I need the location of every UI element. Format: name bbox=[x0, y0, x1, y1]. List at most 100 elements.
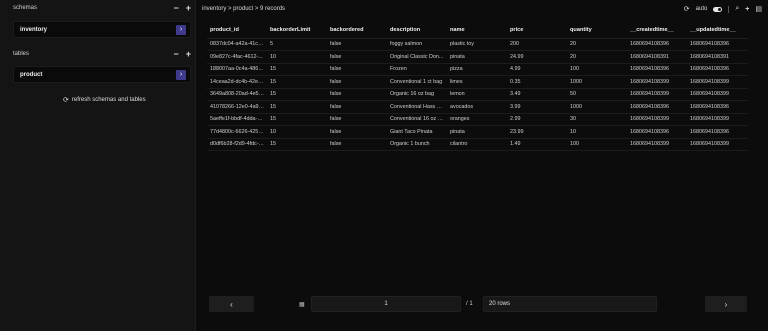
data-grid: product_id backorderLimit backordered descr… bbox=[207, 22, 755, 288]
table-cell: d0df6b28-f2d9-4fdc-8... bbox=[207, 138, 267, 151]
search-icon[interactable]: ⌕ bbox=[735, 5, 739, 13]
table-cell: 3649a808-20ad-4e58... bbox=[207, 88, 267, 101]
table-cell: 15 bbox=[267, 138, 327, 151]
table-row[interactable]: 09e827c-4fac-4612-... 10 false Original Cla… bbox=[207, 50, 748, 64]
table-cell: Original Classic Don... bbox=[387, 50, 447, 64]
table-item-product[interactable]: product › bbox=[13, 66, 191, 83]
table-header-row: product_id backorderLimit backordered descr… bbox=[207, 22, 748, 39]
table-cell: Conventional 1 ct bag bbox=[387, 75, 447, 89]
table-cell: false bbox=[327, 113, 387, 126]
table-cell: 15 bbox=[267, 88, 327, 101]
table-body: 0837dc04-a42a-41c8... 5 false foggy salmon p… bbox=[207, 38, 748, 151]
table-row[interactable]: 14ceaa2d-dc4b-42e3... 15 false Conventional… bbox=[207, 75, 748, 89]
collapse-schemas-button[interactable]: − bbox=[173, 3, 178, 13]
table-cell: 1680694108396 bbox=[687, 38, 748, 51]
table-cell: 50 bbox=[567, 88, 627, 101]
table-cell: foggy salmon bbox=[387, 38, 447, 51]
column-header[interactable]: backorderLimit bbox=[267, 22, 327, 39]
column-header[interactable]: quantity bbox=[567, 22, 627, 39]
table-cell: false bbox=[327, 88, 387, 101]
table-cell: 3.99 bbox=[507, 100, 567, 114]
tables-label: tables bbox=[13, 51, 30, 57]
table-cell: 1680694108399 bbox=[687, 75, 748, 89]
refresh-schemas-button[interactable]: ⟳ refresh schemas and tables bbox=[63, 96, 146, 104]
table-cell: 0837dc04-a42a-41c8... bbox=[207, 38, 267, 51]
table-cell: 1000 bbox=[567, 75, 627, 89]
page-input[interactable]: 1 bbox=[311, 296, 461, 312]
tables-header: tables − + bbox=[13, 49, 191, 59]
table-cell: oranges bbox=[447, 113, 507, 126]
table-cell: 24.99 bbox=[507, 50, 567, 64]
table-cell: 15 bbox=[267, 100, 327, 114]
page-total-label: / 1 bbox=[466, 301, 473, 307]
table-cell: Organic 16 oz bag bbox=[387, 88, 447, 101]
table-cell: 1680694108396 bbox=[627, 100, 687, 114]
schemas-label: schemas bbox=[13, 5, 38, 11]
add-icon[interactable]: + bbox=[745, 6, 749, 13]
save-icon[interactable]: ▤ bbox=[755, 5, 762, 13]
table-cell: 23.99 bbox=[507, 125, 567, 139]
table-row[interactable]: 5aeffe1f-bbdf-4dda-8... 15 false Convention… bbox=[207, 113, 748, 126]
table-cell: 1680694108399 bbox=[687, 113, 748, 126]
table-row[interactable]: 77d4800c-6626-4251... 10 false Giant Taco P… bbox=[207, 125, 748, 139]
table-cell: 1680694108396 bbox=[627, 63, 687, 76]
open-table-button[interactable]: › bbox=[176, 69, 186, 80]
table-row[interactable]: 41078266-12e0-4a91... 15 false Conventional… bbox=[207, 100, 748, 114]
column-header[interactable]: __updatedtime__ bbox=[687, 22, 748, 39]
table-cell: 1680694108399 bbox=[687, 88, 748, 101]
table-cell: 20 bbox=[567, 38, 627, 51]
column-header[interactable]: __createdtime__ bbox=[627, 22, 687, 39]
column-header[interactable]: product_id bbox=[207, 22, 267, 39]
schema-name: inventory bbox=[20, 26, 48, 33]
table-cell: pinata bbox=[447, 50, 507, 64]
table-cell: 77d4800c-6626-4251... bbox=[207, 125, 267, 139]
column-header[interactable]: description bbox=[387, 22, 447, 39]
table-cell: 15 bbox=[267, 113, 327, 126]
schema-item-inventory[interactable]: inventory › bbox=[13, 21, 191, 38]
table-cell: 30 bbox=[567, 113, 627, 126]
column-header[interactable]: name bbox=[447, 22, 507, 39]
prev-page-button[interactable]: ‹ bbox=[209, 296, 254, 312]
open-schema-button[interactable]: › bbox=[176, 24, 186, 35]
rows-per-page-select[interactable]: 20 rows bbox=[483, 296, 657, 312]
table-cell: 10 bbox=[267, 125, 327, 139]
table-cell: plastic toy bbox=[447, 38, 507, 51]
table-cell: 1680694108391 bbox=[687, 50, 748, 64]
add-table-button[interactable]: + bbox=[186, 49, 191, 59]
table-row[interactable]: 3649a808-20ad-4e58... 15 false Organic 16 o… bbox=[207, 88, 748, 101]
table-cell: 5aeffe1f-bbdf-4dda-8... bbox=[207, 113, 267, 126]
table-cell: 3.49 bbox=[507, 88, 567, 101]
table-cell: limes bbox=[447, 75, 507, 89]
table-cell: 1680694108399 bbox=[627, 75, 687, 89]
auto-refresh-toggle[interactable] bbox=[713, 6, 723, 12]
table-cell: 100 bbox=[567, 138, 627, 151]
table-row[interactable]: d0df6b28-f2d9-4fdc-8... 15 false Organic 1 … bbox=[207, 138, 748, 151]
table-cell: 1680694108396 bbox=[627, 38, 687, 51]
column-header[interactable]: price bbox=[507, 22, 567, 39]
next-page-button[interactable]: › bbox=[705, 296, 747, 312]
table-cell: 1680694108396 bbox=[687, 63, 748, 76]
table-cell: Conventional 16 oz bag bbox=[387, 113, 447, 126]
table-cell: 1680694108399 bbox=[627, 138, 687, 151]
table-cell: 1680694108396 bbox=[627, 125, 687, 139]
table-cell: false bbox=[327, 100, 387, 114]
table-row[interactable]: 0837dc04-a42a-41c8... 5 false foggy salmon p… bbox=[207, 38, 748, 51]
refresh-icon[interactable]: ⟳ bbox=[684, 5, 690, 13]
table-cell: 1680694108391 bbox=[627, 50, 687, 64]
table-cell: Organic 1 bunch bbox=[387, 138, 447, 151]
table-cell: false bbox=[327, 50, 387, 64]
records-table: product_id backorderLimit backordered descr… bbox=[207, 22, 748, 151]
table-cell: 15 bbox=[267, 63, 327, 76]
table-cell: 200 bbox=[507, 38, 567, 51]
collapse-tables-button[interactable]: − bbox=[173, 49, 178, 59]
table-cell: false bbox=[327, 75, 387, 89]
table-row[interactable]: 188007aa-0c4a-486a... 15 false Frozen pizza 4… bbox=[207, 63, 748, 76]
add-schema-button[interactable]: + bbox=[186, 3, 191, 13]
table-name: product bbox=[20, 71, 43, 78]
table-cell: 15 bbox=[267, 75, 327, 89]
sidebar: schemas − + inventory › tables − + produ… bbox=[0, 0, 196, 331]
table-cell: 41078266-12e0-4a91... bbox=[207, 100, 267, 114]
table-cell: 1000 bbox=[567, 100, 627, 114]
column-header[interactable]: backordered bbox=[327, 22, 387, 39]
table-cell: 1680694108396 bbox=[687, 100, 748, 114]
